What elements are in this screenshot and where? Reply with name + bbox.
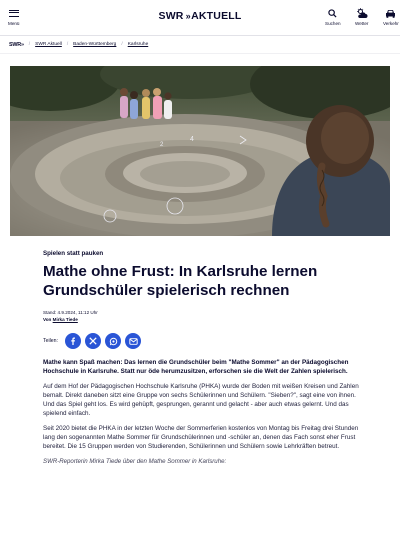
- search-label: Suchen: [325, 21, 341, 26]
- share-email-button[interactable]: [125, 333, 141, 349]
- media-caption: SWR-Reporterin Mirka Tiede über den Math…: [43, 458, 227, 465]
- weather-button[interactable]: Wetter: [355, 6, 368, 26]
- author-link[interactable]: Mirka Tiede: [53, 317, 78, 322]
- x-icon: [89, 337, 97, 345]
- search-icon: [328, 8, 337, 18]
- weather-label: Wetter: [355, 21, 369, 26]
- search-button[interactable]: Suchen: [325, 6, 341, 26]
- traffic-button[interactable]: Verkehr: [383, 6, 399, 26]
- site-header: Menü SWR » AKTUELL Suchen Wetter Verkehr: [0, 0, 400, 36]
- article-title: Mathe ohne Frust: In Karlsruhe lernen Gr…: [43, 263, 318, 299]
- logo-arrows-icon: »: [185, 11, 191, 21]
- whatsapp-icon: [109, 337, 117, 345]
- car-icon: [386, 9, 396, 18]
- logo-suffix: AKTUELL: [191, 10, 242, 22]
- article-paragraph: Seit 2020 bietet die PHKA in der letzten…: [43, 425, 359, 450]
- swr-aktuell-logo[interactable]: SWR » AKTUELL: [158, 10, 241, 22]
- breadcrumb-separator: /: [66, 42, 69, 47]
- breadcrumb-home[interactable]: SWR»: [9, 42, 24, 48]
- article-date: Stand: 4.9.2024, 11:12 Uhr: [43, 310, 98, 315]
- svg-text:4: 4: [190, 136, 194, 143]
- breadcrumb-separator: /: [121, 42, 123, 47]
- share-bar: Teilen:: [43, 333, 360, 349]
- weather-icon: [356, 7, 368, 18]
- hero-photo: 4 2: [10, 66, 390, 236]
- article-meta: Stand: 4.9.2024, 11:12 Uhr Von Mirka Tie…: [43, 309, 360, 323]
- traffic-label: Verkehr: [383, 21, 399, 26]
- hero-image: 4 2: [10, 66, 390, 236]
- breadcrumb: SWR» / SWR Aktuell / Baden-Württemberg /…: [0, 36, 400, 54]
- article-kicker: Spielen statt pauken: [43, 250, 104, 257]
- share-facebook-button[interactable]: [65, 333, 81, 349]
- share-whatsapp-button[interactable]: [105, 333, 121, 349]
- menu-label: Menü: [8, 21, 20, 26]
- article-paragraph: Auf dem Hof der Pädagogischen Hochschule…: [43, 383, 359, 417]
- hamburger-icon: [8, 9, 19, 17]
- article-lead: Mathe kann Spaß machen: Das lernen die G…: [43, 359, 349, 375]
- facebook-icon: [71, 337, 75, 345]
- logo-text: SWR: [158, 10, 184, 22]
- breadcrumb-separator: /: [28, 42, 31, 47]
- author-prefix: Von: [43, 317, 52, 322]
- breadcrumb-karlsruhe[interactable]: Karlsruhe: [128, 42, 149, 47]
- menu-button[interactable]: Menü: [8, 6, 20, 26]
- email-icon: [128, 337, 138, 345]
- breadcrumb-swr-aktuell[interactable]: SWR Aktuell: [35, 42, 62, 47]
- article: Spielen statt pauken Mathe ohne Frust: I…: [43, 250, 360, 466]
- share-label: Teilen:: [43, 338, 58, 344]
- breadcrumb-baden-wuerttemberg[interactable]: Baden-Württemberg: [73, 42, 116, 47]
- article-byline: Von Mirka Tiede: [43, 316, 360, 323]
- share-x-button[interactable]: [85, 333, 101, 349]
